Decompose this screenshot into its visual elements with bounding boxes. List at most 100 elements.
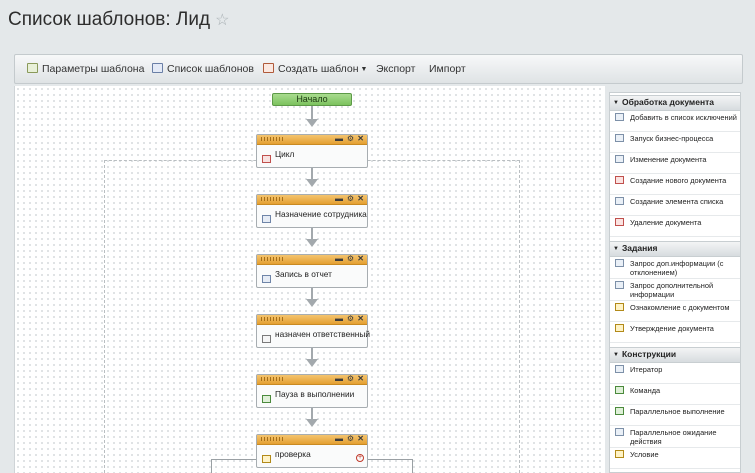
pause-icon: [262, 395, 271, 403]
minimize-icon[interactable]: ▬: [335, 373, 343, 385]
palette-item[interactable]: Запрос доп.информации (с отклонением): [610, 257, 740, 279]
palette-item[interactable]: Удаление документа: [610, 216, 740, 237]
assign-icon: [262, 215, 271, 223]
minimize-icon[interactable]: ▬: [335, 433, 343, 445]
activity-pause[interactable]: ▬ ⚙ ✕ Пауза в выполнении: [256, 374, 368, 408]
minimize-icon[interactable]: ▬: [335, 193, 343, 205]
edit-document-icon: [615, 155, 624, 163]
iterator-icon: [615, 365, 624, 373]
import-button[interactable]: Импорт: [429, 55, 466, 83]
parallel-wait-icon: [615, 428, 624, 436]
activity-assign-employee[interactable]: ▬ ⚙ ✕ Назначение сотрудника: [256, 194, 368, 228]
palette-item[interactable]: Создание элемента списка: [610, 195, 740, 216]
minimize-icon[interactable]: ▬: [335, 253, 343, 265]
palette-item[interactable]: Создание нового документа: [610, 174, 740, 195]
new-document-icon: [263, 63, 274, 73]
create-template-button[interactable]: Создать шаблон ▼: [263, 55, 367, 83]
arrow-down-icon: [306, 179, 318, 187]
gear-icon[interactable]: ⚙: [347, 373, 354, 385]
drag-handle[interactable]: [261, 197, 283, 201]
palette-item[interactable]: Запуск бизнес-процесса: [610, 132, 740, 153]
document-icon: [615, 113, 624, 121]
request-info-icon: [615, 281, 624, 289]
activity-label: назначен ответственный: [275, 329, 370, 339]
palette-item[interactable]: Запрос дополнительной информации: [610, 279, 740, 301]
activity-label: Запись в отчет: [275, 269, 332, 279]
activity-report-entry[interactable]: ▬ ⚙ ✕ Запись в отчет: [256, 254, 368, 288]
gear-icon[interactable]: ⚙: [347, 433, 354, 445]
palette-section-tasks[interactable]: ▼ Задания: [610, 241, 740, 257]
connector: [311, 106, 313, 120]
page-title-text: Список шаблонов: Лид: [8, 9, 211, 30]
palette-item-label: Утверждение документа: [630, 324, 714, 333]
condition-icon: [262, 455, 271, 463]
template-params-label: Параметры шаблона: [42, 63, 145, 75]
palette-item[interactable]: Утверждение документа: [610, 322, 740, 343]
palette-item-label: Ознакомление с документом: [630, 303, 730, 312]
activity-header[interactable]: ▬ ⚙ ✕: [257, 133, 367, 145]
process-icon: [615, 134, 624, 142]
edit-document-icon: [262, 335, 271, 343]
activity-header[interactable]: ▬ ⚙ ✕: [257, 433, 367, 445]
drag-handle[interactable]: [261, 137, 283, 141]
activity-loop[interactable]: ▬ ⚙ ✕ Цикл: [256, 134, 368, 168]
export-button[interactable]: Экспорт: [376, 55, 415, 83]
palette-item-label: Создание нового документа: [630, 176, 727, 185]
close-icon[interactable]: ✕: [357, 133, 364, 145]
palette-item[interactable]: Итератор: [610, 363, 740, 384]
palette-section-title: Конструкции: [621, 349, 677, 359]
activity-header[interactable]: ▬ ⚙ ✕: [257, 193, 367, 205]
gear-icon[interactable]: ⚙: [347, 133, 354, 145]
palette-item[interactable]: Добавить в список исключений: [610, 111, 740, 132]
palette-item-label: Запуск бизнес-процесса: [630, 134, 714, 143]
minimize-icon[interactable]: ▬: [335, 133, 343, 145]
list-icon: [152, 63, 163, 73]
template-list-button[interactable]: Список шаблонов: [152, 55, 254, 83]
arrow-down-icon: [306, 299, 318, 307]
activity-header[interactable]: ▬ ⚙ ✕: [257, 253, 367, 265]
palette-item[interactable]: Условие: [610, 448, 740, 469]
drag-handle[interactable]: [261, 437, 283, 441]
palette-item[interactable]: Ознакомление с документом: [610, 301, 740, 322]
arrow-down-icon: [306, 359, 318, 367]
palette-item-label: Условие: [630, 450, 659, 459]
page-title: Список шаблонов: Лид ☆: [8, 9, 229, 31]
drag-handle[interactable]: [261, 377, 283, 381]
close-icon[interactable]: ✕: [357, 433, 364, 445]
activity-header[interactable]: ▬ ⚙ ✕: [257, 373, 367, 385]
command-icon: [615, 386, 624, 394]
palette-item[interactable]: Параллельное ожидание действия: [610, 426, 740, 448]
close-icon[interactable]: ✕: [357, 313, 364, 325]
palette-section-constructs[interactable]: ▼ Конструкции: [610, 347, 740, 363]
template-params-button[interactable]: Параметры шаблона: [27, 55, 144, 83]
activity-responsible-assigned[interactable]: ▬ ⚙ ✕ назначен ответственный: [256, 313, 370, 348]
loop-icon: [262, 155, 271, 163]
activity-label: проверка: [275, 449, 311, 459]
chevron-down-icon: ▼: [360, 66, 368, 73]
close-icon[interactable]: ✕: [357, 253, 364, 265]
palette-item[interactable]: Команда: [610, 384, 740, 405]
palette-item-label: Параллельное выполнение: [630, 407, 725, 416]
palette-item-label: Итератор: [630, 365, 663, 374]
review-document-icon: [615, 303, 624, 311]
activity-condition[interactable]: ▬ ⚙ ✕ проверка +: [256, 434, 368, 468]
drag-handle[interactable]: [261, 257, 283, 261]
palette-item[interactable]: Параллельное выполнение: [610, 405, 740, 426]
palette-section-document-processing[interactable]: ▼ Обработка документа: [610, 95, 740, 111]
gear-icon[interactable]: ⚙: [347, 193, 354, 205]
close-icon[interactable]: ✕: [357, 373, 364, 385]
palette-item[interactable]: Изменение документа: [610, 153, 740, 174]
close-icon[interactable]: ✕: [357, 193, 364, 205]
minimize-icon[interactable]: ▬: [335, 313, 343, 325]
start-block[interactable]: Начало: [272, 93, 352, 106]
new-document-icon: [615, 176, 624, 184]
palette-section-title: Задания: [621, 243, 658, 253]
gear-icon[interactable]: ⚙: [347, 253, 354, 265]
palette-item-label: Удаление документа: [630, 218, 702, 227]
add-branch-icon[interactable]: +: [356, 454, 364, 462]
star-icon[interactable]: ☆: [215, 12, 229, 29]
report-icon: [262, 275, 271, 283]
activity-header[interactable]: ▬ ⚙ ✕: [257, 313, 367, 325]
drag-handle[interactable]: [261, 317, 283, 321]
gear-icon[interactable]: ⚙: [347, 313, 354, 325]
